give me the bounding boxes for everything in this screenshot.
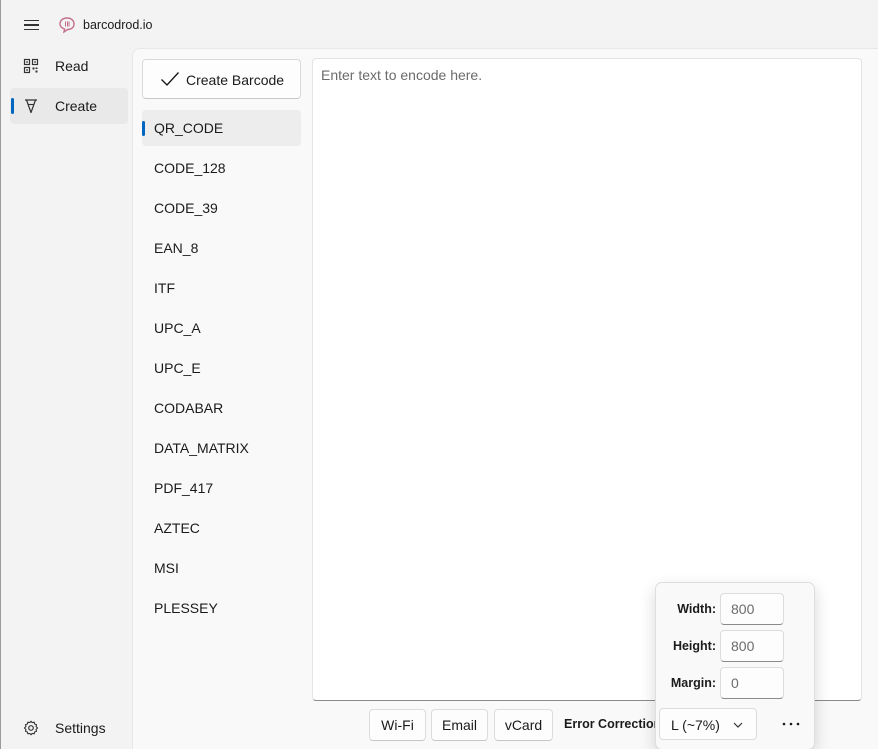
wifi-button[interactable]: Wi-Fi (369, 709, 426, 741)
format-item-codabar[interactable]: CODABAR (142, 390, 301, 426)
format-item-label: UPC_A (154, 320, 201, 336)
nav-item-read[interactable]: Read (10, 48, 128, 84)
pen-icon (25, 99, 37, 114)
format-item-qr-code[interactable]: QR_CODE (142, 110, 301, 146)
email-button[interactable]: Email (431, 709, 488, 741)
format-item-label: PDF_417 (154, 480, 214, 496)
margin-label: Margin: (670, 676, 716, 690)
more-options-button[interactable] (774, 710, 808, 738)
vcard-button[interactable]: vCard (494, 709, 553, 741)
checkmark-icon (161, 72, 180, 87)
format-item-label: CODABAR (154, 400, 224, 416)
nav-item-settings[interactable]: Settings (10, 710, 128, 746)
app-title: barcodrod.io (83, 18, 153, 32)
qr-icon (23, 58, 39, 74)
format-item-upc-a[interactable]: UPC_A (142, 310, 301, 346)
format-item-code-128[interactable]: CODE_128 (142, 150, 301, 186)
format-item-label: UPC_E (154, 360, 201, 376)
format-item-label: CODE_39 (154, 200, 218, 216)
nav-item-create[interactable]: Create (10, 88, 128, 124)
barcode-format-list: QR_CODE CODE_128 CODE_39 EAN_8 ITF UPC_A UPC_E… (142, 110, 301, 630)
title-bar: barcodrod.io (1, 0, 878, 48)
format-item-ean-8[interactable]: EAN_8 (142, 230, 301, 266)
width-input[interactable] (720, 593, 784, 625)
selection-indicator (11, 98, 14, 114)
margin-input[interactable] (720, 667, 784, 699)
format-item-data-matrix[interactable]: DATA_MATRIX (142, 430, 301, 466)
height-label: Height: (672, 639, 716, 653)
height-row: Height: (656, 630, 816, 662)
more-dots-icon (782, 722, 800, 726)
format-item-code-39[interactable]: CODE_39 (142, 190, 301, 226)
format-item-label: ITF (154, 280, 175, 296)
hamburger-menu-icon[interactable] (15, 12, 47, 38)
gear-icon (23, 720, 39, 736)
app-logo-icon (59, 17, 75, 34)
create-barcode-label: Create Barcode (186, 72, 285, 88)
format-item-pdf-417[interactable]: PDF_417 (142, 470, 301, 506)
margin-row: Margin: (656, 667, 816, 699)
selection-indicator (142, 121, 145, 136)
wifi-button-label: Wi-Fi (381, 717, 414, 733)
format-item-label: CODE_128 (154, 160, 226, 176)
nav-label-create: Create (55, 98, 98, 114)
format-item-label: DATA_MATRIX (154, 440, 249, 456)
app-window: barcodrod.io Read Create Settings Create… (0, 0, 878, 749)
format-item-label: EAN_8 (154, 240, 199, 256)
nav-label-settings: Settings (55, 720, 106, 736)
error-correction-label: Error Correction: (564, 717, 666, 731)
create-barcode-button[interactable]: Create Barcode (142, 59, 301, 99)
error-correction-value: L (~7%) (671, 717, 720, 733)
format-item-msi[interactable]: MSI (142, 550, 301, 586)
format-item-plessey[interactable]: PLESSEY (142, 590, 301, 626)
chevron-down-icon (733, 722, 743, 728)
format-item-upc-e[interactable]: UPC_E (142, 350, 301, 386)
format-item-label: MSI (154, 560, 179, 576)
format-item-label: PLESSEY (154, 600, 218, 616)
width-row: Width: (656, 593, 816, 625)
nav-label-read: Read (55, 58, 89, 74)
format-item-label: AZTEC (154, 520, 200, 536)
format-item-itf[interactable]: ITF (142, 270, 301, 306)
vcard-button-label: vCard (504, 717, 543, 733)
width-label: Width: (677, 602, 716, 616)
height-input[interactable] (720, 630, 784, 662)
email-button-label: Email (441, 717, 477, 733)
format-item-aztec[interactable]: AZTEC (142, 510, 301, 546)
format-item-label: QR_CODE (154, 120, 224, 136)
error-correction-dropdown[interactable]: L (~7%) (659, 708, 757, 740)
